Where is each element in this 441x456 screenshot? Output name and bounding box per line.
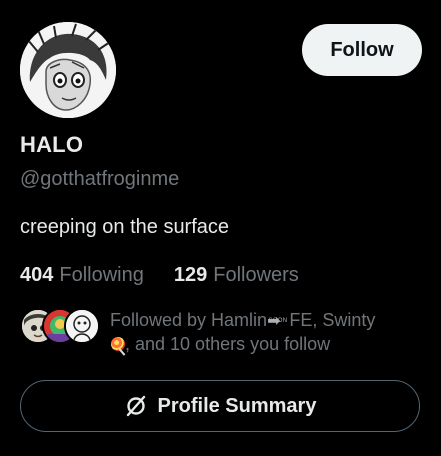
grok-icon: [126, 395, 145, 417]
profile-bio: creeping on the surface: [20, 216, 230, 238]
profile-summary-label: Profile Summary: [157, 394, 317, 417]
followers-label: Followers: [213, 264, 299, 286]
profile-avatar[interactable]: [20, 22, 116, 118]
avatar-sketch-image: [20, 22, 116, 118]
profile-summary-button[interactable]: Profile Summary: [20, 380, 420, 432]
display-name[interactable]: HALO: [20, 132, 83, 158]
mutual-followers-avatars[interactable]: [20, 308, 100, 344]
profile-hover-card: Follow HALO @gotthatfroginme creeping on…: [0, 0, 441, 456]
followed-by-text[interactable]: Followed by Hamlin➡SOON FE, Swinty, and 1…: [110, 309, 420, 356]
following-stat[interactable]: 404 Following: [20, 264, 144, 287]
follow-button[interactable]: Follow: [302, 24, 422, 76]
followed-by-prefix: Followed by Hamlin: [110, 310, 268, 330]
profile-stats: 404 Following 129 Followers: [20, 264, 299, 287]
lollipop-icon: [111, 337, 125, 351]
followers-count: 129: [173, 264, 208, 286]
mutual-avatar: [64, 308, 100, 344]
following-label: Following: [59, 264, 144, 286]
user-handle[interactable]: @gotthatfroginme: [20, 168, 179, 191]
followed-by-first-suffix: FE, Swinty: [289, 310, 376, 330]
followers-stat[interactable]: 129 Followers: [174, 264, 299, 287]
followed-by-rest: , and 10 others you follow: [125, 334, 331, 354]
soon-label: SOON: [268, 318, 288, 324]
following-count: 404: [20, 264, 54, 286]
